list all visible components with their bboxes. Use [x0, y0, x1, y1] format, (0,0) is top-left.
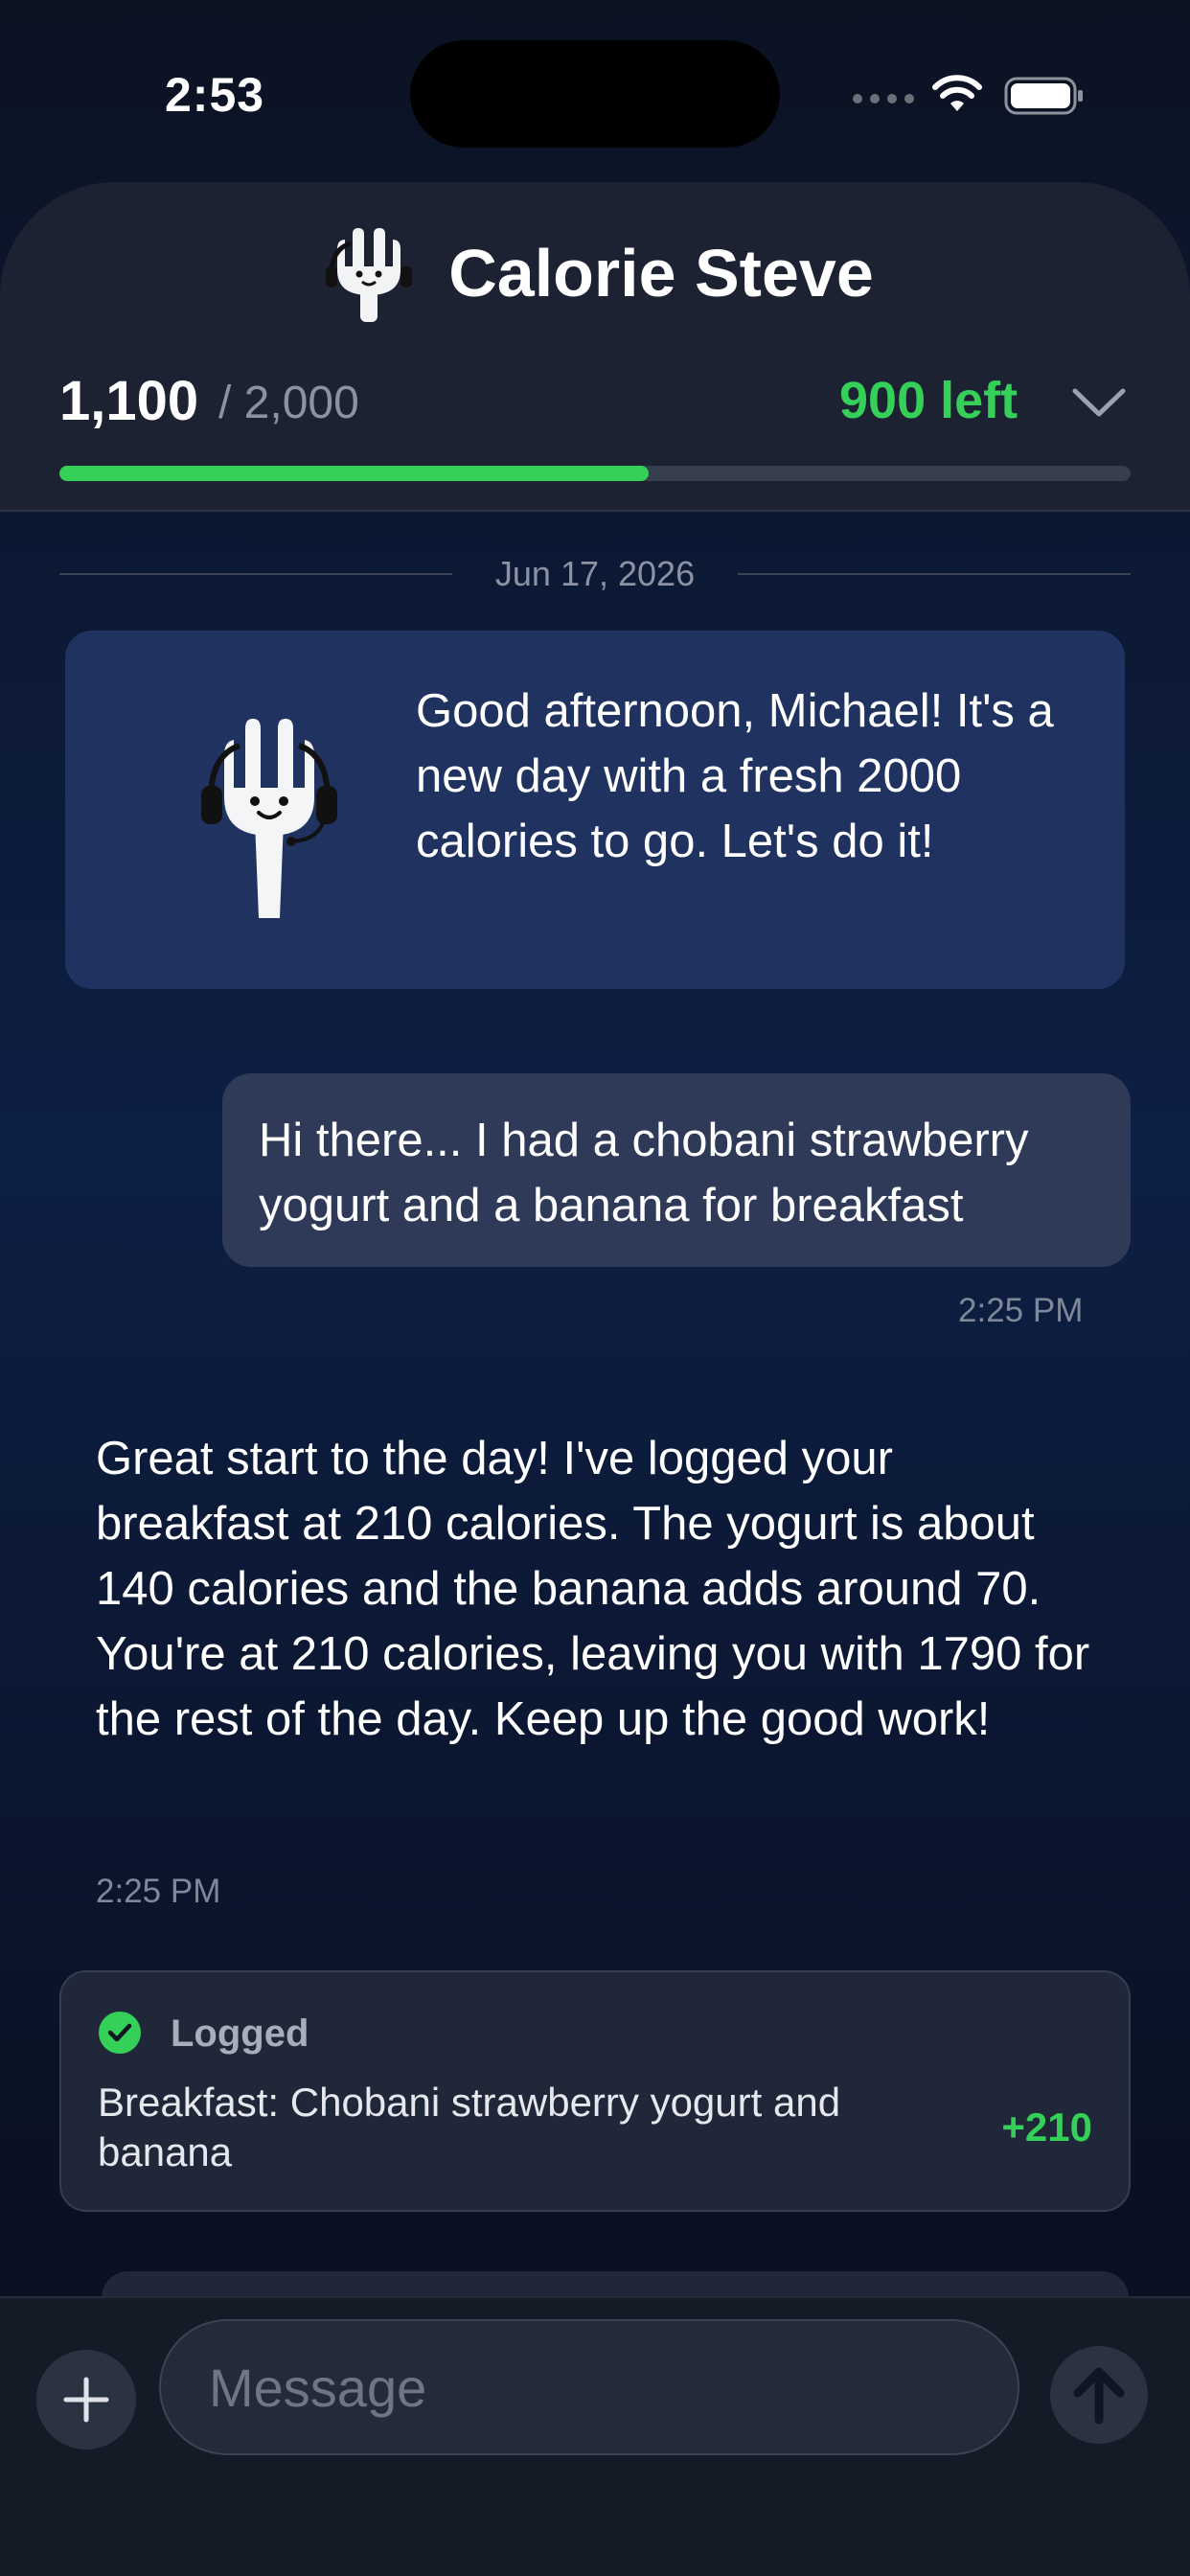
user-message-text: Hi there... I had a chobani strawberry y… — [259, 1115, 1029, 1231]
send-button[interactable] — [1050, 2346, 1148, 2444]
title-row: Calorie Steve — [0, 220, 1190, 326]
greeting-message: Good afternoon, Michael! It's a new day … — [416, 685, 1054, 867]
arrow-up-icon — [1073, 2367, 1125, 2425]
logged-calories: +210 — [1001, 2104, 1092, 2150]
calorie-header: Calorie Steve 1,100 / 2,000 900 left — [0, 182, 1190, 512]
greeting-card: Good afternoon, Michael! It's a new day … — [65, 631, 1125, 989]
assistant-message-text: Great start to the day! I've logged your… — [96, 1433, 1090, 1745]
battery-icon — [1004, 77, 1083, 115]
add-attachment-button[interactable] — [36, 2350, 136, 2450]
logged-entry-card[interactable]: Logged Breakfast: Chobani strawberry yog… — [59, 1970, 1131, 2212]
wifi-icon — [932, 75, 982, 111]
calorie-progress-fill — [59, 466, 649, 481]
calories-goal: / 2,000 — [218, 378, 359, 428]
date-separator: Jun 17, 2026 — [59, 554, 1131, 593]
check-circle-icon — [99, 2012, 141, 2054]
fork-mascot-icon — [326, 228, 413, 322]
dynamic-island — [410, 40, 780, 148]
user-message-time: 2:25 PM — [958, 1292, 1084, 1329]
cellular-signal-icon — [853, 94, 914, 104]
message-input-bar — [0, 2296, 1190, 2576]
divider — [738, 573, 1131, 575]
chevron-down-icon[interactable] — [1071, 385, 1127, 420]
assistant-message-time: 2:25 PM — [96, 1873, 221, 1910]
plus-icon — [63, 2377, 109, 2423]
calories-left[interactable]: 900 left — [839, 371, 1018, 430]
fork-mascot-icon — [201, 719, 337, 918]
status-bar: 2:53 — [0, 0, 1190, 182]
calories-consumed: 1,100 — [59, 370, 199, 432]
app-title: Calorie Steve — [448, 236, 874, 310]
message-input[interactable] — [159, 2319, 1019, 2455]
user-message-bubble: Hi there... I had a chobani strawberry y… — [222, 1073, 1131, 1267]
status-time: 2:53 — [165, 68, 265, 122]
calorie-progress-bar — [59, 466, 1131, 481]
logged-label: Logged — [171, 2012, 309, 2055]
logged-description: Breakfast: Chobani strawberry yogurt and… — [98, 2080, 841, 2174]
